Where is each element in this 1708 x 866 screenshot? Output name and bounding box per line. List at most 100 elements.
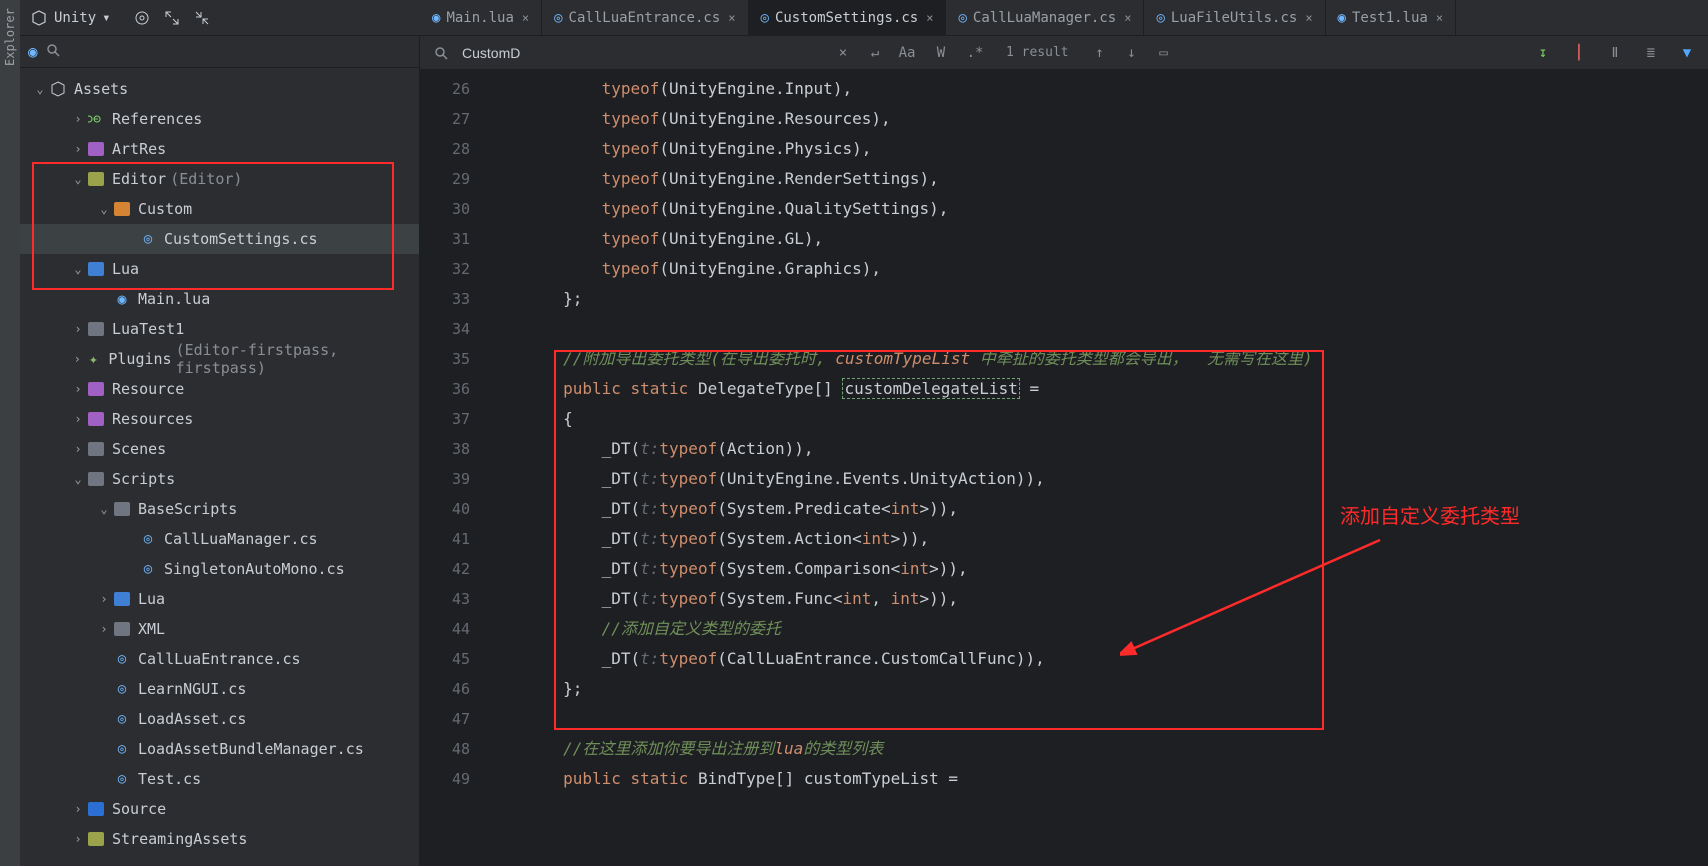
close-icon[interactable]: × (1124, 11, 1131, 25)
close-icon[interactable]: × (1305, 11, 1312, 25)
tree-item[interactable]: ⌄Custom (20, 194, 419, 224)
visibility-icon[interactable]: ◉ (28, 42, 38, 61)
unity-dropdown[interactable]: Unity ▾ (20, 5, 121, 31)
project-explorer-strip[interactable]: Explorer (0, 0, 20, 866)
tree-item[interactable]: ◎LearnNGUI.cs (20, 674, 419, 704)
expand-icon[interactable] (163, 9, 181, 27)
sidebar-top-bar: ◉ (20, 36, 419, 68)
add-selection-icon[interactable]: ↧ (1532, 45, 1554, 61)
item-icon (86, 109, 106, 129)
tree-item-label: Resource (112, 380, 184, 398)
chevron-down-icon: ▾ (102, 10, 110, 26)
close-icon[interactable]: × (728, 11, 735, 25)
tree-item[interactable]: › References (20, 104, 419, 134)
tree-item[interactable]: ›Resource (20, 374, 419, 404)
tree-item[interactable]: ◎SingletonAutoMono.cs (20, 554, 419, 584)
tree-item-label: References (112, 110, 202, 128)
tree-item[interactable]: ⌄Editor(Editor) (20, 164, 419, 194)
tree-item[interactable]: ⌄Scripts (20, 464, 419, 494)
item-icon: ◎ (138, 559, 158, 579)
whole-word-icon[interactable]: W (930, 45, 952, 61)
tree-item[interactable]: ›Scenes (20, 434, 419, 464)
item-icon (86, 379, 106, 399)
tree-item[interactable]: › Resources (20, 404, 419, 434)
tree-item-label: Custom (138, 200, 192, 218)
tree-item-label: Lua (112, 260, 139, 278)
tree-item[interactable]: ›StreamingAssets (20, 824, 419, 854)
item-icon (112, 619, 132, 639)
lua-file-icon: ◉ (432, 10, 440, 26)
close-icon[interactable]: × (522, 11, 529, 25)
tree-item-label: Test.cs (138, 770, 201, 788)
tree-item[interactable]: ◎LoadAssetBundleManager.cs (20, 734, 419, 764)
tab-label: LuaFileUtils.cs (1171, 10, 1297, 26)
close-icon[interactable]: × (1436, 11, 1443, 25)
filter-icon[interactable]: ▼ (1676, 45, 1698, 61)
project-sidebar: ◉ ⌄ Assets ›References›ArtRes⌄Editor(Edi… (20, 36, 420, 866)
tree-item[interactable]: ⌄BaseScripts (20, 494, 419, 524)
editor-tab[interactable]: ◎CustomSettings.cs× (749, 0, 947, 35)
tree-item[interactable]: ◎CallLuaEntrance.cs (20, 644, 419, 674)
chevron-icon: › (70, 832, 86, 846)
tree-item[interactable]: ›LuaTest1 (20, 314, 419, 344)
match-case-icon[interactable]: Aa (896, 45, 918, 61)
settings-icon[interactable]: ≣ (1640, 45, 1662, 61)
editor-tab[interactable]: ◉Test1.lua× (1326, 0, 1457, 35)
tree-item-suffix: (Editor-firstpass, firstpass) (176, 341, 411, 377)
select-all-icon[interactable]: ▭ (1153, 45, 1175, 61)
item-icon (86, 139, 106, 159)
tree-item-label: LuaTest1 (112, 320, 184, 338)
tree-item[interactable]: ◉ Main.lua (20, 284, 419, 314)
tree-item[interactable]: ›Lua (20, 584, 419, 614)
tree-item[interactable]: ◎LoadAsset.cs (20, 704, 419, 734)
code-editor[interactable]: 2627282930313233343536373839404142434445… (420, 70, 1708, 866)
search-icon[interactable] (46, 43, 60, 61)
clear-icon[interactable]: × (832, 45, 854, 61)
tree-item[interactable]: ◎CustomSettings.cs (20, 224, 419, 254)
tree-item[interactable]: ›ArtRes (20, 134, 419, 164)
find-input[interactable] (462, 45, 822, 61)
tree-item[interactable]: ›XML (20, 614, 419, 644)
item-icon: ◎ (138, 529, 158, 549)
tree-item-label: Main.lua (138, 290, 210, 308)
toggle-icon[interactable]: Ⅱ (1604, 45, 1626, 61)
item-icon: ✦ (84, 349, 102, 369)
regex-icon[interactable]: .* (964, 45, 986, 61)
tab-label: CallLuaEntrance.cs (569, 10, 721, 26)
tree-item[interactable]: ›Source (20, 794, 419, 824)
chevron-icon: › (96, 622, 112, 636)
tree-item-label: Source (112, 800, 166, 818)
tree-item-label: Scenes (112, 440, 166, 458)
search-icon[interactable] (430, 46, 452, 60)
collapse-icon[interactable] (193, 9, 211, 27)
target-icon[interactable] (133, 9, 151, 27)
code-content[interactable]: typeof(UnityEngine.Input), typeof(UnityE… (486, 70, 1708, 866)
chevron-icon: › (70, 112, 86, 126)
tree-root[interactable]: ⌄ Assets (20, 74, 419, 104)
editor-tab[interactable]: ◎ CallLuaEntrance.cs × (542, 0, 748, 35)
editor-tab[interactable]: ◎LuaFileUtils.cs× (1144, 0, 1325, 35)
item-icon (86, 259, 106, 279)
tree-item-label: ArtRes (112, 140, 166, 158)
editor-tab[interactable]: ◉Main.lua× (420, 0, 542, 35)
editor-tab[interactable]: ◎CallLuaManager.cs× (946, 0, 1144, 35)
unity-icon (30, 9, 48, 27)
project-tree[interactable]: ⌄ Assets ›References›ArtRes⌄Editor(Edito… (20, 68, 419, 854)
tree-item-label: CallLuaEntrance.cs (138, 650, 301, 668)
tree-item[interactable]: ◎Test.cs (20, 764, 419, 794)
cs-file-icon: ◎ (958, 10, 966, 26)
cs-file-icon: ◎ (554, 10, 562, 26)
editor-area: ◉Main.lua×◎CallLuaEntrance.cs×◎CustomSet… (420, 0, 1708, 866)
tree-item[interactable]: ›✦Plugins(Editor-firstpass, firstpass) (20, 344, 419, 374)
tree-item[interactable]: ◎CallLuaManager.cs (20, 524, 419, 554)
chevron-icon: › (96, 592, 112, 606)
enter-icon[interactable]: ↵ (864, 45, 886, 61)
tree-item[interactable]: ⌄Lua (20, 254, 419, 284)
remove-selection-icon[interactable]: ⎮ (1568, 45, 1590, 61)
close-icon[interactable]: × (926, 11, 933, 25)
prev-match-icon[interactable]: ↑ (1089, 45, 1111, 61)
tree-item-label: Resources (112, 410, 193, 428)
item-icon: ◉ (112, 289, 132, 309)
chevron-icon: › (70, 412, 86, 426)
next-match-icon[interactable]: ↓ (1121, 45, 1143, 61)
